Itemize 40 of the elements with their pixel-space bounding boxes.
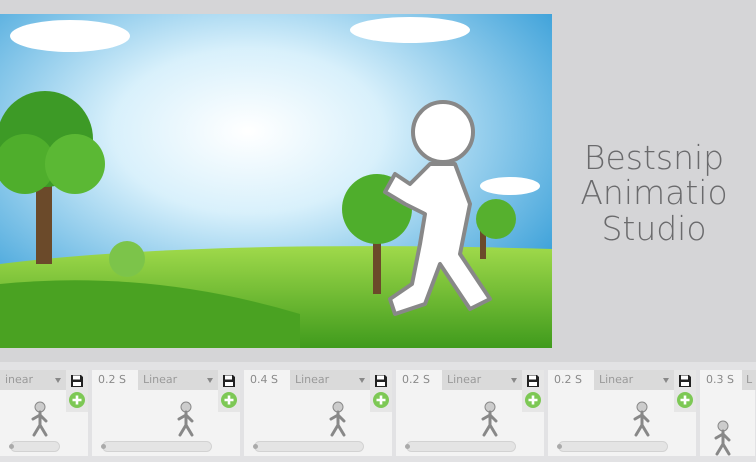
keyframe-card[interactable]: 0.3 S L (700, 370, 755, 456)
title-text: Bestsnip (582, 140, 726, 176)
duration-field[interactable]: 0.3 S (700, 370, 742, 390)
slider-thumb[interactable] (556, 444, 562, 449)
title-text: Animatio (579, 175, 729, 211)
timeline-slider[interactable] (102, 441, 212, 452)
easing-dropdown[interactable]: Linear (138, 370, 218, 390)
duration-field[interactable]: 0.2 S (396, 370, 442, 390)
easing-dropdown[interactable]: Linear (594, 370, 674, 390)
caret-icon (207, 378, 213, 382)
keyframe-card[interactable]: 0.2 S Linear (396, 370, 544, 456)
save-icon[interactable] (70, 374, 84, 388)
keyframe-card[interactable]: 0.2 S Linear (92, 370, 240, 456)
timeline-slider[interactable] (558, 441, 668, 452)
title-text: Studio (600, 210, 708, 246)
caret-icon (55, 378, 61, 382)
save-icon[interactable] (222, 374, 236, 388)
keyframe-card[interactable]: 0.4 S Linear (244, 370, 392, 456)
caret-icon (663, 378, 669, 382)
easing-dropdown[interactable]: Linear (442, 370, 522, 390)
save-icon[interactable] (526, 374, 540, 388)
slider-thumb[interactable] (8, 444, 14, 449)
caret-icon (359, 378, 365, 382)
easing-dropdown[interactable]: Linear (290, 370, 370, 390)
easing-dropdown[interactable]: inear (0, 370, 66, 390)
timeline-slider[interactable] (254, 441, 364, 452)
caret-icon (511, 378, 517, 382)
easing-dropdown[interactable]: L (742, 370, 756, 390)
timeline-slider[interactable] (406, 441, 516, 452)
duration-field[interactable]: 0.2 S (548, 370, 594, 390)
duration-field[interactable]: 0.4 S (244, 370, 290, 390)
slider-thumb[interactable] (252, 444, 258, 449)
keyframe-card[interactable]: 0.2 S Linear (548, 370, 696, 456)
save-icon[interactable] (374, 374, 388, 388)
timeline-slider[interactable] (10, 441, 60, 452)
slider-thumb[interactable] (404, 444, 410, 449)
keyframe-card[interactable]: inear (0, 370, 88, 456)
duration-field[interactable]: 0.2 S (92, 370, 138, 390)
slider-thumb[interactable] (100, 444, 106, 449)
save-icon[interactable] (678, 374, 692, 388)
